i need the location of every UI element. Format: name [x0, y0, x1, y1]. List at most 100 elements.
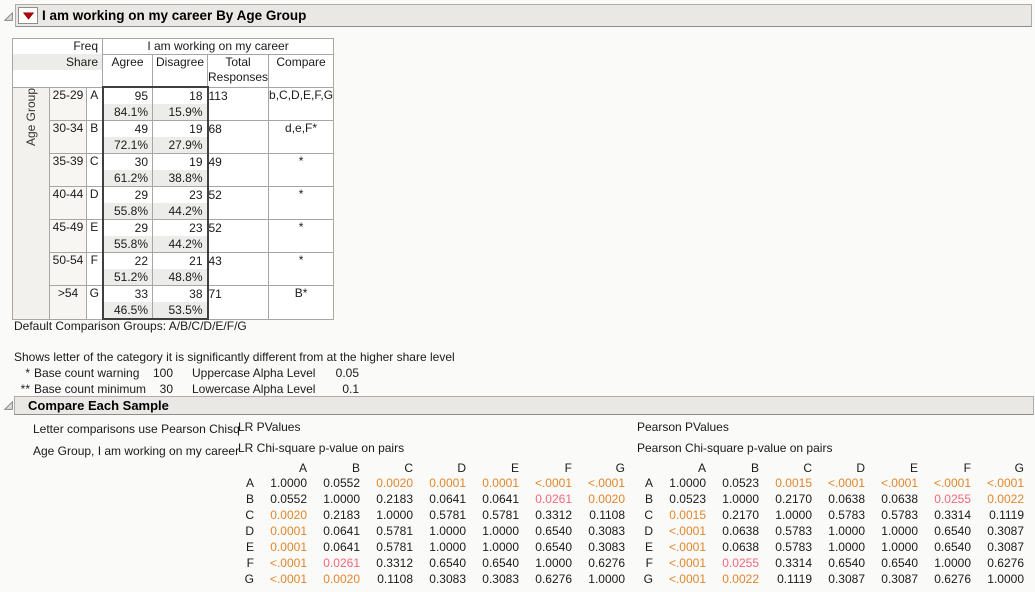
freq-value: 22: [104, 253, 153, 269]
age-range-cell[interactable]: 25-29: [50, 87, 87, 121]
pvalue-cell: 0.0638: [812, 491, 865, 507]
freq-value: 19: [153, 154, 207, 170]
lr-pvalues-block: LR PValues LR Chi-square p-value on pair…: [238, 418, 625, 587]
pvalue-cell: 0.0261: [519, 491, 572, 507]
pvalue-cell: 0.0255: [706, 555, 759, 571]
disagree-cell[interactable]: 1815.9%: [153, 87, 208, 121]
age-range-cell[interactable]: 50-54: [50, 253, 87, 286]
pvalue-cell: 0.5783: [759, 523, 812, 539]
matrix-col-header: E: [466, 460, 519, 475]
compare-letters-cell: B*: [269, 286, 334, 320]
pvalue-cell: 0.6276: [918, 571, 971, 587]
matrix-row: D0.00010.06410.57811.00001.00000.65400.3…: [238, 523, 625, 539]
freq-value: 18: [153, 88, 207, 104]
matrix-col-header: G: [572, 460, 625, 475]
compare-letters-cell: *: [269, 154, 334, 187]
pvalue-cell: 0.0022: [706, 571, 759, 587]
pvalue-cell: 1.0000: [865, 523, 918, 539]
disagree-cell[interactable]: 1927.9%: [153, 121, 208, 154]
pvalue-cell: 0.0638: [706, 539, 759, 555]
legend-label: Base count warning: [30, 365, 148, 381]
age-range-cell[interactable]: 30-34: [50, 121, 87, 154]
significance-description: Shows letter of the category it is signi…: [14, 349, 455, 365]
matrix-row: E0.00010.06410.57811.00001.00000.65400.3…: [238, 539, 625, 555]
total-responses-cell: 71: [208, 286, 269, 320]
share-value: 84.1%: [104, 104, 153, 120]
matrix-col-header: D: [413, 460, 466, 475]
freq-value: 29: [104, 220, 153, 236]
age-range-cell[interactable]: >54: [50, 286, 87, 320]
table-row: 35-39C3061.2%1938.8%49*: [13, 154, 334, 187]
agree-cell[interactable]: 2955.8%: [103, 220, 153, 253]
pvalue-cell: 0.6540: [918, 523, 971, 539]
pvalue-cell: 1.0000: [307, 491, 360, 507]
pvalue-cell: 1.0000: [413, 539, 466, 555]
matrix-row-label: G: [637, 571, 653, 587]
matrix-col-header: C: [360, 460, 413, 475]
pvalue-cell: <.0001: [254, 555, 307, 571]
pvalue-cell: 0.0523: [706, 475, 759, 491]
disclosure-triangle-icon[interactable]: [3, 400, 14, 411]
red-triangle-menu-icon[interactable]: [18, 7, 38, 24]
agree-cell[interactable]: 2955.8%: [103, 187, 153, 220]
pvalue-cell: 0.3312: [519, 507, 572, 523]
disagree-cell[interactable]: 1938.8%: [153, 154, 208, 187]
pvalue-cell: 1.0000: [865, 539, 918, 555]
group-letter-cell: F: [87, 253, 103, 286]
pvalue-cell: 0.0022: [971, 491, 1024, 507]
matrix-row-label: E: [637, 539, 653, 555]
pvalue-cell: 1.0000: [519, 555, 572, 571]
pvalue-cell: 0.0015: [653, 507, 706, 523]
share-value: 55.8%: [104, 203, 153, 219]
pvalue-cell: 0.0020: [254, 507, 307, 523]
pvalue-cell: 0.3083: [572, 523, 625, 539]
pvalue-cell: 1.0000: [413, 523, 466, 539]
age-range-cell[interactable]: 45-49: [50, 220, 87, 253]
pvalue-cell: <.0001: [653, 539, 706, 555]
pvalue-cell: 0.5781: [360, 523, 413, 539]
pvalue-cell: <.0001: [812, 475, 865, 491]
freq-value: 23: [153, 187, 207, 203]
pvalue-cell: 0.6540: [865, 555, 918, 571]
pearson-pvalues-block: Pearson PValues Pearson Chi-square p-val…: [637, 418, 1024, 587]
disagree-cell[interactable]: 2148.8%: [153, 253, 208, 286]
pvalue-cell: 0.3087: [865, 571, 918, 587]
matrix-corner: [637, 460, 653, 475]
matrix-row: B0.05521.00000.21830.06410.06410.02610.0…: [238, 491, 625, 507]
agree-cell[interactable]: 9584.1%: [103, 87, 153, 121]
legend-row: **Base count minimum30Lowercase Alpha Le…: [14, 381, 455, 397]
matrix-row-label: D: [238, 523, 254, 539]
lr-pvalue-matrix: ABCDEFGA1.00000.05520.00200.00010.0001<.…: [238, 460, 625, 587]
agree-cell[interactable]: 3061.2%: [103, 154, 153, 187]
pvalue-cell: <.0001: [519, 475, 572, 491]
freq-value: 21: [153, 253, 207, 269]
disagree-cell[interactable]: 2344.2%: [153, 187, 208, 220]
disagree-cell[interactable]: 2344.2%: [153, 220, 208, 253]
age-range-cell[interactable]: 40-44: [50, 187, 87, 220]
pvalue-cell: 0.2183: [360, 491, 413, 507]
table-row: 40-44D2955.8%2344.2%52*: [13, 187, 334, 220]
agree-cell[interactable]: 2251.2%: [103, 253, 153, 286]
legend-value: 100: [148, 365, 173, 381]
disagree-cell[interactable]: 3853.5%: [153, 286, 208, 320]
share-value: 51.2%: [104, 269, 153, 285]
pvalue-cell: 0.0001: [413, 475, 466, 491]
share-value: 27.9%: [153, 137, 207, 153]
freq-value: 29: [104, 187, 153, 203]
total-responses-cell: 113: [208, 87, 269, 121]
age-range-cell[interactable]: 35-39: [50, 154, 87, 187]
compare-section-title-bar: Compare Each Sample: [14, 396, 1034, 415]
legend-label: Lowercase Alpha Level: [173, 381, 313, 397]
legend-value: 0.05: [313, 365, 359, 381]
compare-letters-cell: *: [269, 187, 334, 220]
agree-cell[interactable]: 4972.1%: [103, 121, 153, 154]
matrix-col-header: A: [254, 460, 307, 475]
agree-cell[interactable]: 3346.5%: [103, 286, 153, 320]
matrix-col-header: B: [307, 460, 360, 475]
disclosure-triangle-icon[interactable]: [3, 11, 14, 22]
legend-label: Base count minimum: [30, 381, 148, 397]
table-row: Age Group25-29A9584.1%1815.9%113b,C,D,E,…: [13, 87, 334, 121]
freq-value: 38: [153, 286, 207, 302]
pvalue-cell: 0.2170: [706, 507, 759, 523]
matrix-row-label: F: [637, 555, 653, 571]
